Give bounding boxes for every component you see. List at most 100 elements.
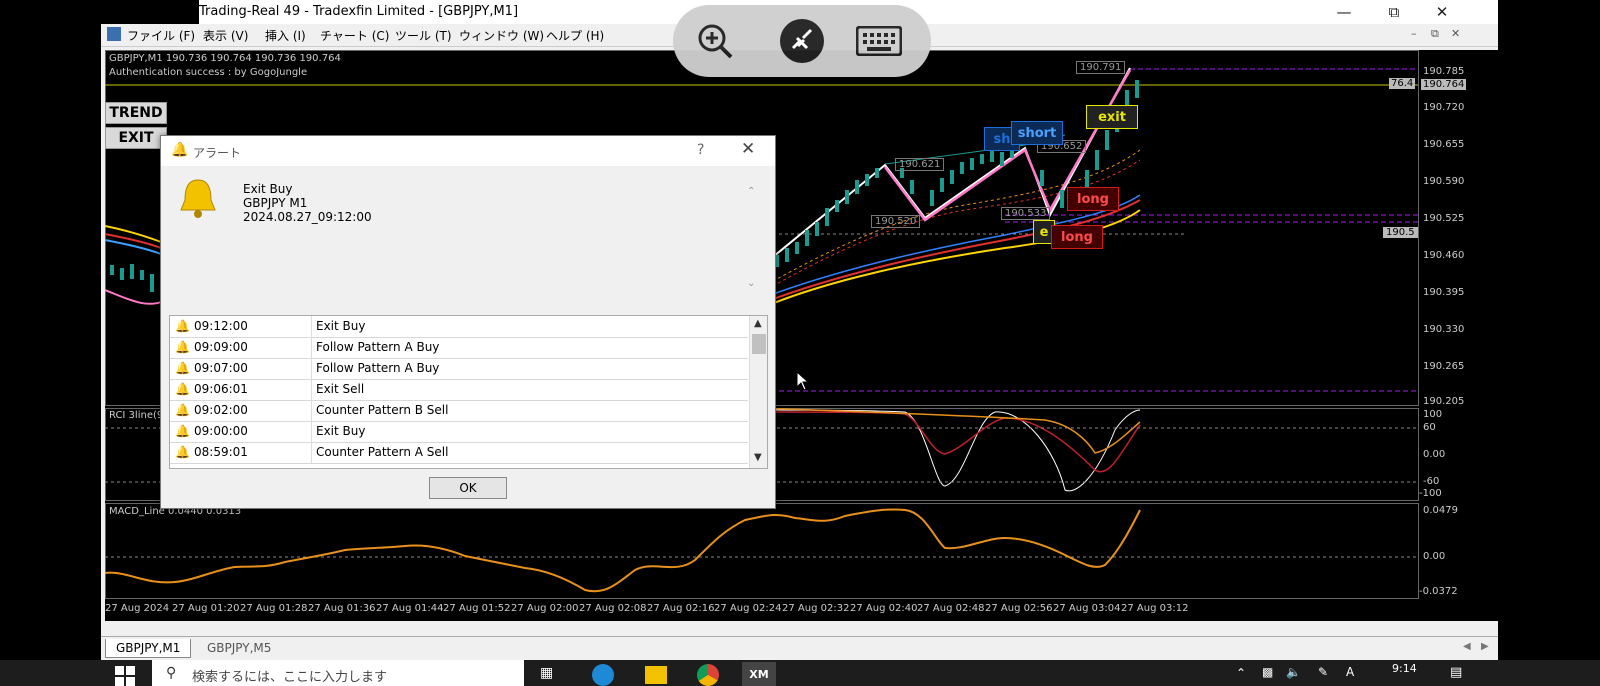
- trend-button[interactable]: TREND: [105, 102, 167, 124]
- macd-level: -0.0372: [1419, 586, 1458, 597]
- alert-time: 09:09:00: [194, 340, 248, 354]
- clock[interactable]: 9:14: [1392, 662, 1417, 675]
- alert-time: 08:59:01: [194, 445, 248, 459]
- keyboard-button[interactable]: [855, 17, 903, 65]
- list-item[interactable]: 🔔 08:59:01 Counter Pattern A Sell: [170, 442, 748, 464]
- mdi-minimize-icon[interactable]: –: [1411, 27, 1417, 40]
- menu-file[interactable]: ファイル (F): [127, 27, 195, 44]
- list-item[interactable]: 🔔 09:00:00 Exit Buy: [170, 421, 748, 443]
- menu-view[interactable]: 表示 (V): [203, 27, 248, 44]
- scrollbar-thumb[interactable]: [752, 334, 766, 354]
- close-icon: ✕: [741, 139, 756, 159]
- long-tag: long: [1051, 225, 1103, 249]
- notification-icon[interactable]: ▤: [1450, 665, 1462, 680]
- mdi-close-icon[interactable]: ✕: [1451, 27, 1460, 40]
- bell-icon: 🔔: [175, 424, 190, 438]
- time-label: 27 Aug 02:24: [714, 603, 782, 614]
- time-label: 27 Aug 01:44: [376, 603, 444, 614]
- close-button[interactable]: ✕: [1419, 0, 1465, 24]
- windows-icon: [115, 666, 135, 686]
- scroll-up-icon[interactable]: ⌃: [747, 186, 755, 197]
- menu-tools[interactable]: ツール (T): [395, 27, 452, 44]
- alert-text: Exit Buy: [316, 319, 366, 333]
- bell-icon: 🔔: [171, 142, 189, 158]
- menu-help[interactable]: ヘルプ (H): [546, 27, 604, 44]
- tab-scroll-left-icon[interactable]: ◀: [1463, 641, 1471, 652]
- restore-icon: ⧉: [1388, 3, 1400, 21]
- tab-gbpjpy-m5[interactable]: GBPJPY,M5: [197, 639, 281, 657]
- ma-orange-dashed: [756, 149, 1141, 291]
- window-title: Trading-Real 49 - Tradexfin Limited - [G…: [199, 4, 519, 19]
- ok-button[interactable]: OK: [429, 477, 507, 499]
- close-icon: ✕: [1435, 3, 1449, 21]
- time-label: 27 Aug 03:12: [1121, 603, 1189, 614]
- dialog-close-button[interactable]: ✕: [741, 139, 755, 159]
- alert-history-list[interactable]: 🔔 09:12:00 Exit Buy 🔔 09:09:00 Follow Patter…: [169, 315, 768, 469]
- time-label: 27 Aug 01:28: [240, 603, 308, 614]
- list-item[interactable]: 🔔 09:09:00 Follow Pattern A Buy: [170, 337, 748, 359]
- network-icon[interactable]: ▩: [1262, 665, 1273, 679]
- time-label: 27 Aug 2024: [105, 603, 170, 614]
- time-label: 27 Aug 02:16: [647, 603, 715, 614]
- ime-icon[interactable]: A: [1346, 665, 1354, 679]
- zoom-in-button[interactable]: [691, 17, 739, 65]
- time-label: 27 Aug 01:52: [443, 603, 511, 614]
- time-label: 27 Aug 02:32: [782, 603, 850, 614]
- alert-text: Counter Pattern A Sell: [316, 445, 449, 459]
- list-item[interactable]: 🔔 09:06:01 Exit Sell: [170, 379, 748, 401]
- menu-window[interactable]: ウィンドウ (W): [459, 27, 544, 44]
- long-tag: long: [1067, 187, 1119, 211]
- bell-icon: 🔔: [175, 319, 190, 333]
- rci-level: 0.00: [1423, 449, 1446, 460]
- mdi-restore-icon[interactable]: ⧉: [1431, 27, 1439, 41]
- alert-time: 09:02:00: [194, 403, 248, 417]
- scroll-up-icon[interactable]: ▲: [754, 318, 762, 329]
- scroll-down-icon[interactable]: ⌄: [747, 278, 755, 289]
- remote-toolbar: [673, 5, 931, 77]
- alert-text: Follow Pattern A Buy: [316, 340, 440, 354]
- dialog-titlebar: 🔔 アラート ? ✕: [161, 136, 775, 166]
- disconnect-button[interactable]: [778, 17, 826, 65]
- minimize-button[interactable]: —: [1321, 0, 1367, 24]
- search-box[interactable]: ⚲ 検索するには、ここに入力します: [152, 660, 524, 686]
- time-label: 27 Aug 03:04: [1053, 603, 1121, 614]
- file-explorer-icon[interactable]: [645, 666, 667, 684]
- xm-app-icon[interactable]: XM: [742, 662, 776, 686]
- rci-white: [756, 409, 1141, 492]
- tray-chevron-icon[interactable]: ⌃: [1236, 666, 1246, 680]
- restore-button[interactable]: ⧉: [1371, 0, 1417, 24]
- exit-button[interactable]: EXIT: [105, 127, 167, 149]
- price-label: 190.205: [1423, 396, 1465, 407]
- time-label: 27 Aug 02:08: [579, 603, 647, 614]
- time-label: 27 Aug 02:40: [850, 603, 918, 614]
- level-1905-label: 190.5: [1383, 227, 1418, 238]
- price-label: 190.330: [1423, 324, 1465, 335]
- tab-gbpjpy-m1[interactable]: GBPJPY,M1: [105, 639, 192, 658]
- price-label: 190.525: [1423, 213, 1465, 224]
- alert-message-symbol: GBPJPY M1: [243, 196, 308, 210]
- menu-chart[interactable]: チャート (C): [320, 27, 389, 44]
- chart-tabs: GBPJPY,M1 GBPJPY,M5 ◀ ▶: [101, 636, 1498, 659]
- rci-red: [756, 411, 1141, 473]
- dialog-help-button[interactable]: ?: [697, 142, 704, 158]
- alert-time: 09:12:00: [194, 319, 248, 333]
- chrome-icon[interactable]: [697, 664, 719, 686]
- alert-text: Follow Pattern A Buy: [316, 361, 440, 375]
- list-item[interactable]: 🔔 09:07:00 Follow Pattern A Buy: [170, 358, 748, 380]
- short-tag: short: [1011, 121, 1063, 145]
- chart-header: GBPJPY,M1 190.736 190.764 190.736 190.76…: [109, 53, 341, 64]
- price-annotation: 190.520: [871, 215, 921, 228]
- task-view-icon[interactable]: ▦: [540, 665, 553, 681]
- rci-level: 100: [1423, 409, 1443, 420]
- start-button[interactable]: [101, 660, 151, 686]
- volume-icon[interactable]: 🔈: [1286, 665, 1301, 679]
- list-item[interactable]: 🔔 09:02:00 Counter Pattern B Sell: [170, 400, 748, 422]
- edge-icon[interactable]: [592, 664, 614, 686]
- price-label: 190.655: [1423, 139, 1465, 150]
- list-scrollbar[interactable]: ▲ ▼: [749, 316, 767, 468]
- menu-insert[interactable]: 挿入 (I): [265, 27, 306, 44]
- tab-scroll-right-icon[interactable]: ▶: [1481, 641, 1489, 652]
- list-item[interactable]: 🔔 09:12:00 Exit Buy: [170, 316, 748, 338]
- pen-icon[interactable]: ✎: [1318, 665, 1328, 679]
- scroll-down-icon[interactable]: ▼: [754, 452, 762, 463]
